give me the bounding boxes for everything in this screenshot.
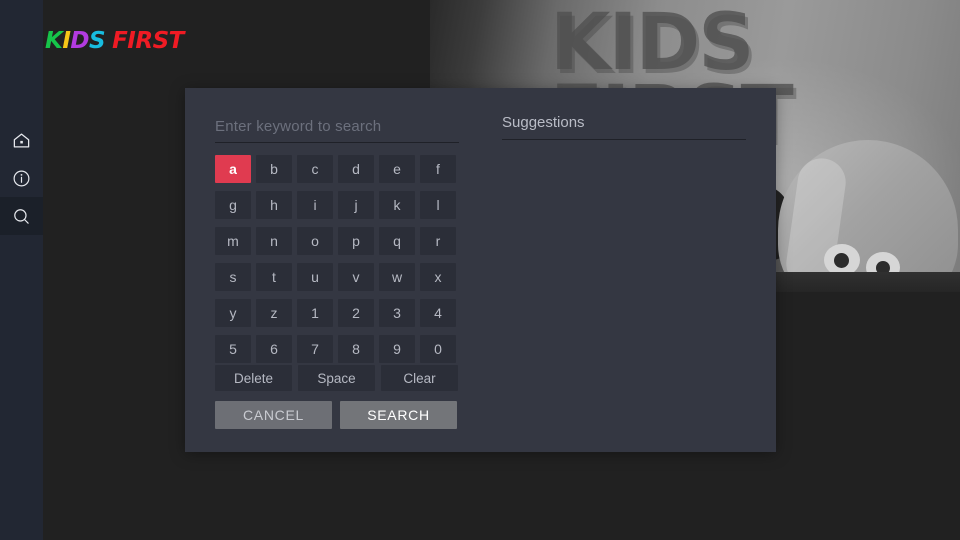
keyboard-key-1[interactable]: 1 — [297, 299, 333, 327]
keyboard-key-9[interactable]: 9 — [379, 335, 415, 363]
home-icon — [12, 131, 31, 150]
keyboard-key-p[interactable]: p — [338, 227, 374, 255]
keyboard-key-0[interactable]: 0 — [420, 335, 456, 363]
keyboard-key-d[interactable]: d — [338, 155, 374, 183]
keyboard-key-r[interactable]: r — [420, 227, 456, 255]
keyboard-key-v[interactable]: v — [338, 263, 374, 291]
brand-logo-letter: R — [135, 28, 153, 54]
keyboard-key-i[interactable]: i — [297, 191, 333, 219]
suggestions-title: Suggestions — [502, 114, 585, 131]
keyboard-key-z[interactable]: z — [256, 299, 292, 327]
keyboard-key-m[interactable]: m — [215, 227, 251, 255]
sidebar — [0, 0, 43, 540]
keyboard-key-k[interactable]: k — [379, 191, 415, 219]
hero-character-pupil-left — [834, 253, 849, 268]
keyboard-key-h[interactable]: h — [256, 191, 292, 219]
keyboard-key-t[interactable]: t — [256, 263, 292, 291]
keyboard-key-2[interactable]: 2 — [338, 299, 374, 327]
keyboard-key-o[interactable]: o — [297, 227, 333, 255]
sidebar-item-home[interactable] — [0, 121, 43, 159]
keyboard-key-y[interactable]: y — [215, 299, 251, 327]
keyboard-key-e[interactable]: e — [379, 155, 415, 183]
keyboard-key-3[interactable]: 3 — [379, 299, 415, 327]
keyboard-key-q[interactable]: q — [379, 227, 415, 255]
info-icon — [12, 169, 31, 188]
search-icon — [12, 207, 31, 226]
hero-character-blob — [778, 140, 958, 292]
keyboard-action-row: Delete Space Clear — [215, 365, 458, 391]
keyboard-clear-button[interactable]: Clear — [381, 365, 458, 391]
keyboard-key-l[interactable]: l — [420, 191, 456, 219]
search-button[interactable]: SEARCH — [340, 401, 457, 429]
keyboard-key-j[interactable]: j — [338, 191, 374, 219]
brand-logo-letter: I — [127, 28, 136, 54]
on-screen-keyboard: abcdef ghijkl mnopqr stuvwx yz1234 567890 — [215, 155, 456, 363]
keyboard-key-4[interactable]: 4 — [420, 299, 456, 327]
search-input-placeholder: Enter keyword to search — [215, 118, 382, 135]
keyboard-key-x[interactable]: x — [420, 263, 456, 291]
search-input-underline — [215, 142, 459, 143]
app-root: KIDS FIRST — [0, 0, 960, 540]
keyboard-key-c[interactable]: c — [297, 155, 333, 183]
dialog-button-row: CANCEL SEARCH — [215, 401, 457, 429]
brand-logo-letter: F — [112, 28, 128, 54]
brand-logo-letter: D — [70, 28, 89, 54]
keyboard-key-n[interactable]: n — [256, 227, 292, 255]
keyboard-key-f[interactable]: f — [420, 155, 456, 183]
brand-logo-letter: K — [45, 28, 63, 54]
keyboard-key-u[interactable]: u — [297, 263, 333, 291]
keyboard-key-6[interactable]: 6 — [256, 335, 292, 363]
keyboard-key-g[interactable]: g — [215, 191, 251, 219]
search-dialog: Enter keyword to search Suggestions abcd… — [185, 88, 776, 452]
search-input[interactable]: Enter keyword to search — [215, 118, 459, 143]
cancel-button[interactable]: CANCEL — [215, 401, 332, 429]
keyboard-delete-button[interactable]: Delete — [215, 365, 292, 391]
keyboard-key-8[interactable]: 8 — [338, 335, 374, 363]
keyboard-key-7[interactable]: 7 — [297, 335, 333, 363]
suggestions-underline — [502, 139, 746, 140]
suggestions-panel: Suggestions — [502, 114, 746, 146]
keyboard-key-b[interactable]: b — [256, 155, 292, 183]
brand-logo-letter: S — [88, 28, 106, 54]
brand-logo-letter: T — [168, 28, 185, 54]
keyboard-key-5[interactable]: 5 — [215, 335, 251, 363]
brand-logo: KIDS FIRST — [43, 28, 184, 54]
sidebar-item-info[interactable] — [0, 159, 43, 197]
keyboard-space-button[interactable]: Space — [298, 365, 375, 391]
brand-logo-letter: S — [152, 28, 170, 54]
sidebar-item-search[interactable] — [0, 197, 43, 235]
brand-logo-letter: I — [62, 28, 71, 54]
keyboard-key-s[interactable]: s — [215, 263, 251, 291]
keyboard-key-w[interactable]: w — [379, 263, 415, 291]
keyboard-key-a[interactable]: a — [215, 155, 251, 183]
